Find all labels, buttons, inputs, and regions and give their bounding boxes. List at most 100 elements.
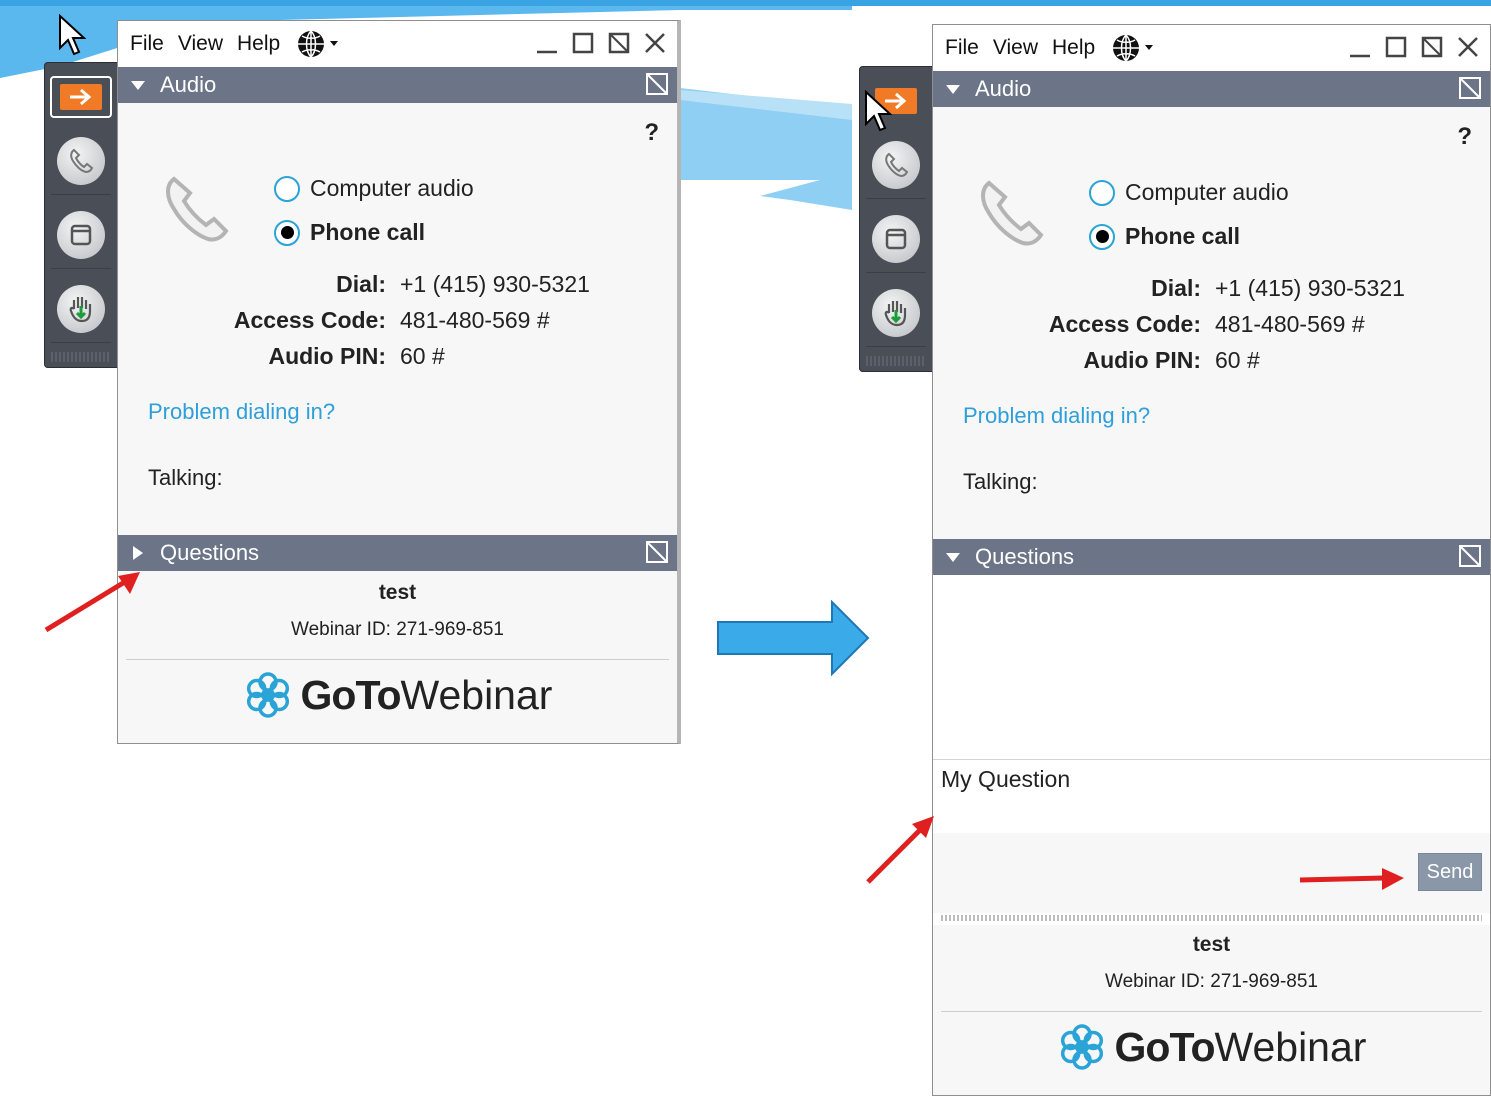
gotowebinar-logo: GoTo Webinar (118, 670, 677, 720)
webinar-title: test (1192, 933, 1231, 956)
arrow-right-icon (70, 88, 92, 106)
control-panel-strip (44, 62, 118, 368)
webinar-title: test (378, 581, 417, 604)
phone-icon (885, 152, 909, 178)
audio-section-header[interactable]: Audio (118, 67, 677, 103)
computer-audio-radio[interactable] (1089, 179, 1115, 206)
menu-bar: File View Help (933, 25, 1490, 71)
phone-icon (70, 148, 94, 174)
menu-help[interactable]: Help (237, 32, 280, 56)
triangle-down-icon (130, 79, 146, 91)
phone-call-option[interactable]: Phone call (274, 219, 425, 246)
maximize-icon[interactable] (569, 29, 597, 57)
screen-toggle-button[interactable] (51, 202, 111, 269)
questions-section-header[interactable]: Questions (933, 539, 1490, 575)
popout-icon[interactable] (1418, 33, 1446, 61)
webinar-id: Webinar ID: 271-969-851 (1105, 971, 1318, 992)
computer-audio-radio[interactable] (274, 175, 300, 202)
audio-section-body: ? Computer audio Phone call Dial: +1 (41… (933, 107, 1490, 539)
problem-dialing-link[interactable]: Problem dialing in? (963, 403, 1150, 429)
gotowebinar-flower-icon (1060, 1024, 1103, 1070)
popout-icon[interactable] (645, 540, 669, 570)
minimize-icon[interactable] (533, 29, 561, 57)
audio-pin-label: Audio PIN: (268, 343, 386, 369)
menu-help[interactable]: Help (1052, 36, 1095, 60)
strip-grip[interactable] (866, 356, 926, 366)
phone-call-label: Phone call (1125, 223, 1241, 249)
popout-icon[interactable] (1458, 544, 1482, 574)
mouse-cursor-icon (865, 90, 892, 132)
computer-audio-option[interactable]: Computer audio (1089, 179, 1289, 206)
problem-dialing-link[interactable]: Problem dialing in? (148, 399, 335, 425)
audio-section-header[interactable]: Audio (933, 71, 1490, 107)
menu-view[interactable]: View (993, 36, 1038, 60)
language-globe-icon[interactable] (296, 29, 340, 59)
access-code-label: Access Code: (233, 307, 386, 333)
questions-header-label: Questions (160, 540, 260, 565)
strip-grip[interactable] (51, 352, 111, 362)
phone-call-radio[interactable] (1089, 223, 1115, 250)
help-question-icon[interactable]: ? (644, 119, 659, 147)
menu-bar: File View Help (118, 21, 677, 67)
raise-hand-button[interactable] (51, 276, 111, 343)
webinar-id: Webinar ID: 271-969-851 (291, 619, 504, 640)
popout-icon[interactable] (1458, 76, 1482, 106)
phone-call-radio[interactable] (274, 219, 300, 246)
close-icon[interactable] (641, 29, 669, 57)
logo-goto: GoTo (1114, 1023, 1216, 1070)
resize-grip[interactable] (941, 915, 1482, 921)
close-icon[interactable] (1454, 33, 1482, 61)
phone-handset-icon (981, 180, 1044, 246)
minimize-icon[interactable] (1346, 33, 1374, 61)
audio-toggle-button[interactable] (866, 132, 926, 199)
window-icon (885, 228, 907, 250)
audio-pin-label: Audio PIN: (1083, 347, 1201, 373)
gotowebinar-panel-before: File View Help Audio ? Computer audio Ph… (117, 20, 681, 744)
language-globe-icon[interactable] (1111, 33, 1155, 63)
raise-hand-icon (884, 301, 907, 327)
computer-audio-label: Computer audio (1125, 179, 1289, 205)
audio-section-body: ? Computer audio Phone call Dial: +1 (41… (118, 103, 677, 535)
send-button[interactable]: Send (1418, 853, 1482, 891)
questions-header-label: Questions (975, 544, 1075, 569)
send-row: Send (933, 833, 1490, 913)
help-question-icon[interactable]: ? (1457, 123, 1472, 151)
collapse-panel-button[interactable] (50, 76, 112, 118)
screen-toggle-button[interactable] (866, 206, 926, 273)
triangle-right-icon (130, 545, 146, 561)
phone-call-option[interactable]: Phone call (1089, 223, 1240, 250)
menu-view[interactable]: View (178, 32, 223, 56)
audio-header-label: Audio (975, 76, 1032, 101)
questions-area: My Question Send (933, 575, 1490, 925)
maximize-icon[interactable] (1382, 33, 1410, 61)
access-code-label: Access Code: (1048, 311, 1201, 337)
raise-hand-button[interactable] (866, 280, 926, 347)
audio-header-label: Audio (160, 72, 217, 97)
dial-label: Dial: (336, 271, 386, 297)
gotowebinar-panel-after: File View Help Audio ? Computer audio Ph… (932, 24, 1491, 1096)
triangle-down-icon (945, 551, 961, 563)
talking-label: Talking: (148, 465, 223, 490)
logo-goto: GoTo (300, 671, 402, 718)
questions-log[interactable] (933, 575, 1490, 759)
audio-toggle-button[interactable] (51, 128, 111, 195)
computer-audio-label: Computer audio (310, 175, 474, 201)
raise-hand-icon (69, 297, 92, 323)
phone-call-label: Phone call (310, 219, 426, 245)
triangle-down-icon (945, 83, 961, 95)
mouse-cursor-icon (59, 14, 86, 56)
logo-webinar: Webinar (1214, 1023, 1367, 1070)
menu-file[interactable]: File (130, 32, 164, 56)
window-icon (70, 224, 92, 246)
gotowebinar-logo: GoTo Webinar (933, 1022, 1490, 1072)
talking-label: Talking: (963, 469, 1038, 494)
phone-handset-icon (166, 176, 229, 242)
logo-webinar: Webinar (400, 671, 553, 718)
popout-icon[interactable] (645, 72, 669, 102)
question-input[interactable]: My Question (933, 759, 1490, 835)
questions-section-header[interactable]: Questions (118, 535, 677, 571)
gotowebinar-flower-icon (246, 672, 289, 718)
popout-icon[interactable] (605, 29, 633, 57)
computer-audio-option[interactable]: Computer audio (274, 175, 474, 202)
menu-file[interactable]: File (945, 36, 979, 60)
